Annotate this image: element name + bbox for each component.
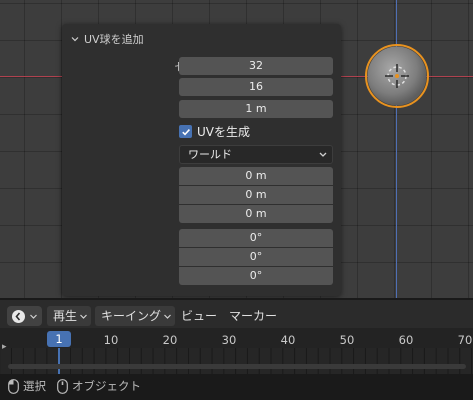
- location-x-field[interactable]: 0 m: [179, 167, 333, 185]
- 3d-viewport[interactable]: UV球を追加 セグメント 32 リング 16 半径 1 m UVを生成: [0, 0, 473, 298]
- marker-menu[interactable]: マーカー: [229, 306, 277, 326]
- generate-uvs-label: UVを生成: [197, 125, 250, 139]
- radius-row: 半径 1 m: [62, 100, 341, 119]
- status-bar: 選択 オブジェクト: [0, 374, 473, 400]
- frame-tick-label: 40: [280, 333, 296, 347]
- status-object-label: オブジェクト: [72, 379, 141, 393]
- radius-field[interactable]: 1 m: [179, 100, 333, 118]
- chevron-down-icon: [319, 152, 327, 157]
- playhead-line[interactable]: [58, 348, 60, 376]
- playback-menu[interactable]: 再生: [47, 306, 91, 326]
- keying-menu-label: キーイング: [101, 309, 162, 323]
- location-x-row: 位置 X 0 m: [62, 167, 341, 186]
- chevron-down-icon: [164, 314, 171, 319]
- frame-tick-label: 10: [103, 333, 119, 347]
- rotation-x-field[interactable]: 0°: [179, 229, 333, 247]
- rotation-y-row: Y 0°: [62, 248, 341, 267]
- add-uv-sphere-panel: UV球を追加 セグメント 32 リング 16 半径 1 m UVを生成: [62, 24, 341, 296]
- playback-menu-label: 再生: [53, 309, 78, 323]
- chevron-down-icon: [80, 314, 87, 319]
- frame-tick-label: 20: [162, 333, 178, 347]
- keyframe-track-area[interactable]: [0, 348, 473, 376]
- align-value: ワールド: [188, 148, 232, 161]
- panel-title: UV球を追加: [84, 33, 144, 46]
- horizontal-scrollbar[interactable]: [8, 364, 466, 369]
- align-row: 整列 ワールド: [62, 145, 341, 164]
- left-mouse-button-icon: [8, 378, 19, 394]
- generate-uvs-toggle[interactable]: UVを生成: [179, 123, 250, 140]
- segments-row: セグメント 32: [62, 57, 341, 76]
- view-menu[interactable]: ビュー: [181, 306, 217, 326]
- location-z-field[interactable]: 0 m: [179, 205, 333, 223]
- chevron-down-icon: [71, 37, 79, 42]
- checkmark-icon: [181, 128, 190, 136]
- rings-field[interactable]: 16: [179, 78, 333, 96]
- rings-row: リング 16: [62, 78, 341, 97]
- timeline-editor: 再生 キーイング ビュー マーカー 1 10 20 30 40 50 60 70…: [0, 298, 473, 400]
- status-object: オブジェクト: [57, 378, 141, 394]
- timeline-header: 再生 キーイング ビュー マーカー: [0, 298, 473, 328]
- rotation-z-row: Z 0°: [62, 267, 341, 286]
- segments-field[interactable]: 32: [179, 57, 333, 75]
- frame-tick-label: 50: [339, 333, 355, 347]
- location-y-field[interactable]: 0 m: [179, 186, 333, 204]
- rotation-y-field[interactable]: 0°: [179, 248, 333, 266]
- generate-uvs-checkbox[interactable]: [179, 125, 192, 138]
- current-frame-indicator[interactable]: 1: [47, 331, 71, 347]
- frame-tick-label: 30: [221, 333, 237, 347]
- middle-mouse-button-icon: [57, 378, 68, 394]
- keying-menu[interactable]: キーイング: [95, 306, 175, 326]
- frame-tick-label: 70: [457, 333, 473, 347]
- uv-sphere-object[interactable]: [364, 43, 430, 109]
- rotation-x-row: 回転 X 0°: [62, 229, 341, 248]
- rotation-z-field[interactable]: 0°: [179, 267, 333, 285]
- frame-ruler[interactable]: 1 10 20 30 40 50 60 70: [0, 328, 473, 348]
- align-select[interactable]: ワールド: [179, 145, 333, 164]
- location-z-row: Z 0 m: [62, 205, 341, 224]
- status-select: 選択: [8, 378, 46, 394]
- frame-tick-label: 60: [398, 333, 414, 347]
- generate-uvs-row: UVを生成: [62, 123, 341, 142]
- editor-type-button[interactable]: [7, 306, 42, 326]
- status-select-label: 選択: [23, 379, 46, 393]
- clock-icon: [12, 309, 25, 323]
- chevron-down-icon: [30, 314, 37, 319]
- panel-header[interactable]: UV球を追加: [70, 30, 144, 48]
- expand-arrow-icon[interactable]: ▸: [2, 342, 7, 352]
- location-y-row: Y 0 m: [62, 186, 341, 205]
